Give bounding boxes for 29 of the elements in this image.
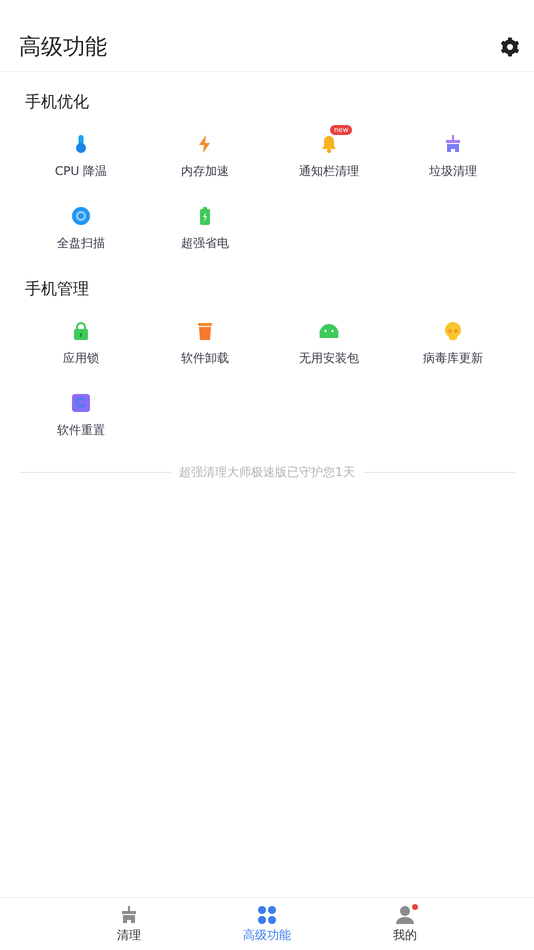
broom-icon xyxy=(119,904,139,924)
bell-icon xyxy=(319,134,339,154)
feature-item[interactable]: 软件重置 xyxy=(19,382,143,446)
feature-item[interactable]: CPU 降温 xyxy=(19,123,143,187)
nav-tab[interactable]: 清理 xyxy=(89,898,169,950)
feature-item[interactable]: 垃圾清理 xyxy=(391,123,515,187)
broom-icon xyxy=(443,134,463,154)
trash-icon xyxy=(195,320,215,340)
section-title: 手机优化 xyxy=(24,91,90,113)
feature-item[interactable]: 无用安装包 xyxy=(267,310,391,374)
feature-item[interactable]: 应用锁 xyxy=(19,310,143,374)
feature-item[interactable]: 软件卸载 xyxy=(143,310,267,374)
nav-tab[interactable]: 我的 xyxy=(365,898,445,950)
lock-icon xyxy=(71,320,91,340)
skull-icon xyxy=(443,320,463,340)
scan-icon xyxy=(71,206,91,226)
section-title: 手机管理 xyxy=(24,278,90,300)
feature-item[interactable]: 病毒库更新 xyxy=(391,310,515,374)
settings-icon[interactable] xyxy=(500,36,520,56)
feature-item[interactable]: 内存加速 xyxy=(143,123,267,187)
person-icon xyxy=(395,904,415,924)
feature-item[interactable]: 全盘扫描 xyxy=(19,195,143,259)
nav-tab[interactable]: 高级功能 xyxy=(227,898,307,950)
grid-icon xyxy=(257,904,277,924)
protection-note: 超强清理大师极速版已守护您1天 xyxy=(179,464,355,481)
reset-icon xyxy=(71,392,91,412)
android-icon xyxy=(319,324,339,338)
feature-item[interactable]: 超强省电 xyxy=(143,195,267,259)
page-title: 高级功能 xyxy=(19,34,107,62)
